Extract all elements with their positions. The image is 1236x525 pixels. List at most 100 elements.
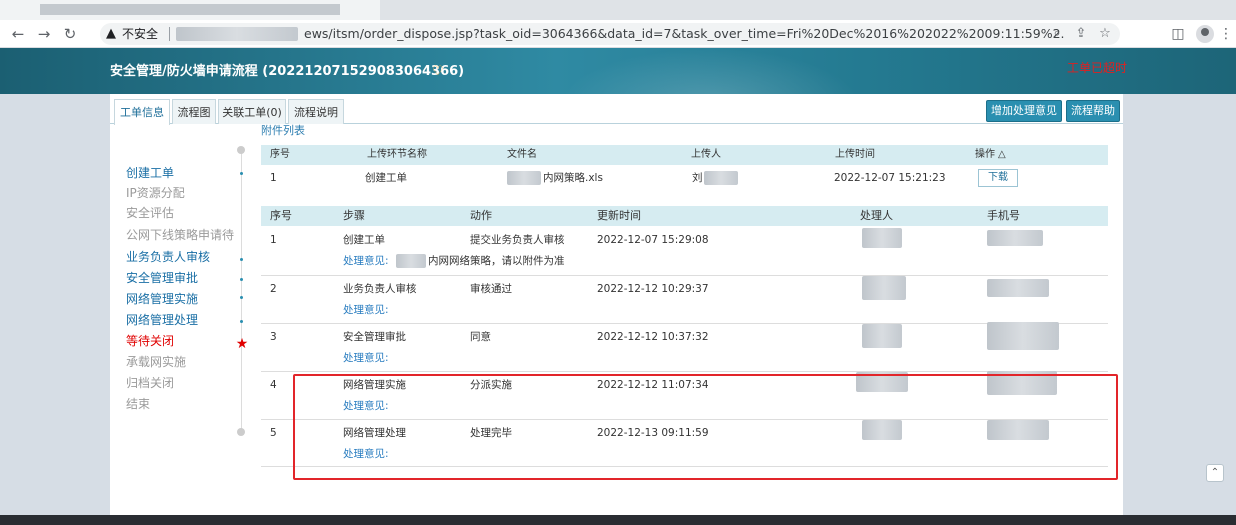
step-ip-allocation: IP资源分配	[126, 186, 185, 200]
filename-blurred	[507, 171, 541, 185]
opinion-blurred	[396, 254, 426, 268]
col-index: 序号	[270, 149, 290, 160]
tab-order-info[interactable]: 工单信息	[114, 99, 170, 125]
col-action: 动作	[470, 209, 492, 222]
table-row-step: 创建工单	[343, 234, 385, 246]
opinion-text: 内网网络策略，请以附件为准	[428, 255, 565, 267]
table-row-time: 2022-12-12 10:37:32	[597, 331, 709, 343]
tab-process-description[interactable]: 流程说明	[288, 99, 344, 124]
download-button[interactable]: 下载	[978, 169, 1018, 187]
step-security-assessment: 安全评估	[126, 206, 175, 220]
col-index: 序号	[270, 209, 292, 222]
row-divider	[261, 323, 1108, 324]
step-network-processing[interactable]: 网络管理处理	[126, 313, 238, 328]
url-host-blurred	[176, 27, 298, 41]
attachment-index: 1	[270, 172, 277, 184]
col-update-time: 更新时间	[597, 209, 641, 222]
forward-arrow-icon[interactable]: →	[34, 24, 54, 44]
col-stage: 上传环节名称	[367, 149, 427, 160]
table-row-action: 提交业务负责人审核	[470, 234, 565, 246]
favorite-heart-icon[interactable]: ♡	[432, 63, 446, 81]
uploader-blurred	[704, 171, 738, 185]
step-public-network-offline: 公网下线策略申请待	[126, 228, 235, 242]
col-operation[interactable]: 操作	[975, 145, 995, 165]
col-upload-time: 上传时间	[835, 149, 875, 160]
handler-blurred	[862, 324, 902, 348]
warning-icon[interactable]: ▲	[104, 26, 118, 42]
tab-flowchart[interactable]: 流程图	[172, 99, 216, 124]
step-network-implementation[interactable]: 网络管理实施	[126, 292, 238, 307]
security-label[interactable]: 不安全	[122, 26, 158, 42]
step-timeline	[241, 148, 242, 434]
phone-blurred	[987, 230, 1043, 246]
taskbar-strip	[0, 515, 1236, 525]
header-decoration	[560, 48, 860, 94]
timeline-marker	[240, 172, 243, 175]
handler-blurred	[862, 276, 906, 300]
back-arrow-icon[interactable]: ←	[8, 24, 28, 44]
url-omnibox[interactable]: ▲ 不安全 ews/itsm/order_dispose.jsp?task_oi…	[100, 23, 1120, 45]
page-title: 安全管理/防火墙申请流程 (20221207152908306436​6)	[110, 64, 465, 79]
share-icon[interactable]: ⇪	[1072, 26, 1090, 42]
step-archive-close: 归档关闭	[126, 376, 175, 390]
step-business-owner-review[interactable]: 业务负责人审核	[126, 250, 238, 265]
attachment-stage: 创建工单	[365, 172, 407, 184]
profile-avatar-icon[interactable]	[1196, 25, 1214, 43]
sort-triangle-icon[interactable]: △	[998, 145, 1006, 165]
step-end: 结束	[126, 397, 151, 411]
table-row-index: 5	[270, 427, 277, 439]
table-row-time: 2022-12-07 15:29:08	[597, 234, 709, 246]
timeline-marker	[240, 320, 243, 323]
highlight-box	[293, 374, 1118, 480]
table-row-action: 审核通过	[470, 283, 512, 295]
scroll-to-top-chevron-up-icon[interactable]: ⌃	[1206, 464, 1224, 482]
handler-blurred	[862, 228, 902, 248]
tab-bar: 工单信息 流程图 关联工单(0) 流程说明	[110, 99, 1123, 125]
reload-icon[interactable]: ↻	[60, 24, 80, 44]
timeline-marker	[240, 258, 243, 261]
col-uploader: 上传人	[691, 149, 721, 160]
address-bar: ← → ↻ ▲ 不安全 ews/itsm/order_dispose.jsp?t…	[0, 20, 1236, 48]
col-handler: 处理人	[860, 209, 893, 222]
url-text[interactable]: ews/itsm/order_dispose.jsp?task_oid=3064…	[304, 26, 1064, 42]
table-row-step: 安全管理审批	[343, 331, 406, 343]
opinion-label: 处理意见:	[343, 352, 389, 364]
side-panel-icon[interactable]: ◫	[1168, 24, 1188, 44]
main-content: 工单信息 流程图 关联工单(0) 流程说明 增加处理意见 流程帮助 附件列表 ★…	[110, 94, 1123, 515]
zoom-icon[interactable]: ⌕	[1048, 26, 1066, 42]
step-create-order[interactable]: 创建工单	[126, 166, 238, 181]
browser-tab[interactable]	[0, 0, 380, 20]
step-carrier-implementation: 承载网实施	[126, 355, 187, 369]
table-row-index: 4	[270, 379, 277, 391]
browser-tab-strip	[0, 0, 1236, 20]
add-opinion-button[interactable]: 增加处理意见	[986, 100, 1062, 122]
timeline-start-dot	[237, 146, 245, 154]
table-row-index: 3	[270, 331, 277, 343]
row-divider	[261, 275, 1108, 276]
timeline-marker	[240, 278, 243, 281]
step-awaiting-close[interactable]: 等待关闭	[126, 334, 238, 349]
attachment-filename[interactable]: 内网策略.xls	[543, 170, 603, 186]
opinion-label: 处理意见:	[343, 304, 389, 316]
attachments-table-header: 序号 上传环节名称 文件名 上传人 上传时间 操作 △	[261, 145, 1108, 165]
tab-related-orders[interactable]: 关联工单(0)	[218, 99, 286, 124]
timeout-status: 工单已超时	[1067, 61, 1128, 75]
timeline-end-dot	[237, 428, 245, 436]
omnibox-separator	[169, 27, 170, 41]
bookmark-star-icon[interactable]: ☆	[1096, 26, 1114, 42]
attachment-upload-time: 2022-12-07 15:21:23	[834, 172, 946, 184]
phone-blurred	[987, 322, 1059, 350]
browser-window: ← → ↻ ▲ 不安全 ews/itsm/order_dispose.jsp?t…	[0, 0, 1236, 525]
row-divider	[261, 371, 1108, 372]
attachments-title: 附件列表	[261, 124, 305, 137]
table-row-time: 2022-12-12 10:29:37	[597, 283, 709, 295]
process-help-button[interactable]: 流程帮助	[1066, 100, 1120, 122]
opinion-label: 处理意见:	[343, 255, 389, 267]
attachment-uploader: 刘	[692, 172, 703, 184]
table-row-index: 2	[270, 283, 277, 295]
step-security-approval[interactable]: 安全管理审批	[126, 271, 238, 286]
col-step: 步骤	[343, 209, 365, 222]
menu-kebab-icon[interactable]: ⋮	[1218, 24, 1234, 44]
phone-blurred	[987, 279, 1049, 297]
table-row-step: 业务负责人审核	[343, 283, 417, 295]
